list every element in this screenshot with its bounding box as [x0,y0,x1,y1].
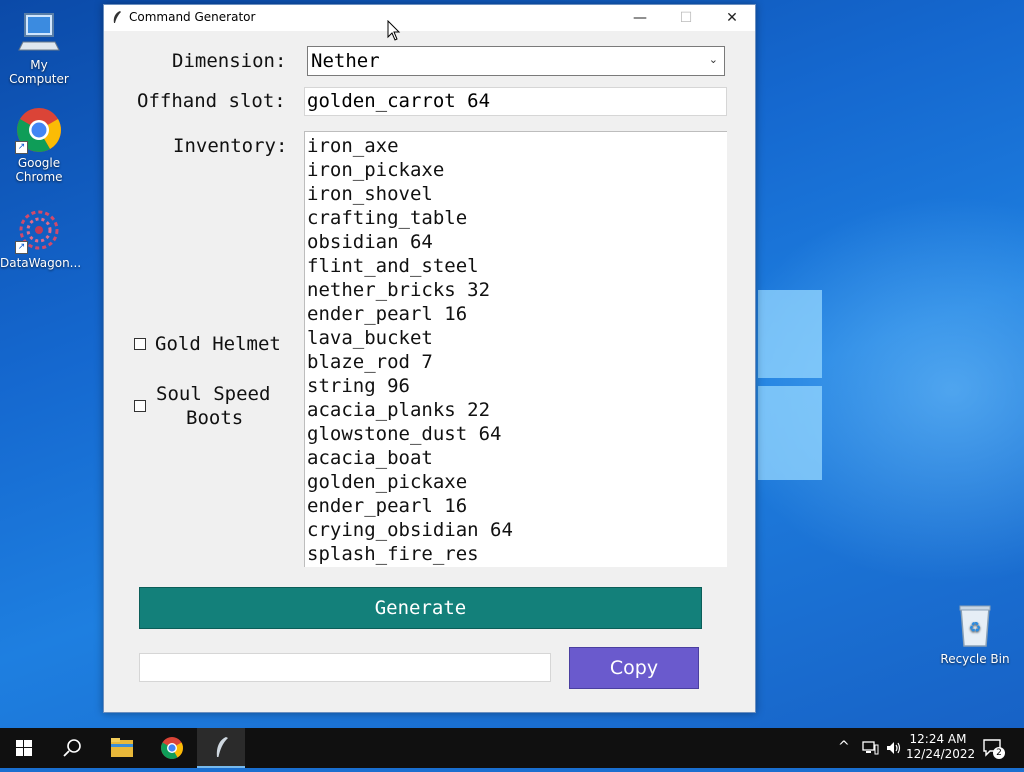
datawagon-icon: ↗ [15,206,63,254]
inventory-line: blaze_rod 7 [307,351,433,373]
offhand-input-value: golden_carrot 64 [307,90,491,112]
inventory-line: splash_fire_res [307,543,479,565]
svg-text:♻: ♻ [969,620,982,636]
windows-start-icon [16,740,32,756]
command-generator-window: Command Generator — ☐ ✕ Dimension: Nethe… [103,4,756,713]
desktop-icon-label: Recycle Bin [940,652,1010,666]
maximize-button[interactable]: ☐ [663,5,709,31]
inventory-line: crafting_table [307,207,468,229]
inventory-line: acacia_planks 22 [307,399,491,421]
inventory-line: ender_pearl 16 [307,303,468,325]
search-icon [63,739,81,757]
copy-button[interactable]: Copy [569,647,699,689]
offhand-label: Offhand slot: [137,90,286,112]
chrome-icon [161,737,183,759]
computer-icon [15,8,63,56]
gold-helmet-label[interactable]: Gold Helmet [155,333,281,355]
recycle-bin-icon: ♻ [951,602,999,650]
desktop-icon-label: DataWagon... [0,256,82,270]
command-output-field[interactable] [139,653,551,682]
desktop-icon-my-computer[interactable]: My Computer [0,8,78,86]
taskbar-chrome[interactable] [148,728,196,768]
network-icon[interactable] [862,740,880,756]
desktop-icon-label: Google Chrome [15,156,63,184]
soul-speed-boots-checkbox[interactable] [134,400,146,412]
mouse-cursor-icon [387,20,401,41]
inventory-line: ender_pearl 16 [307,495,468,517]
inventory-line: string 96 [307,375,410,397]
desktop-icon-recycle-bin[interactable]: ♻ Recycle Bin [936,602,1014,666]
window-titlebar[interactable]: Command Generator — ☐ ✕ [104,5,755,31]
inventory-line: iron_axe [307,135,399,157]
inventory-textarea[interactable]: iron_axe iron_pickaxe iron_shovel crafting_… [304,131,727,567]
soul-speed-label-line2[interactable]: Boots [186,407,243,429]
dimension-label: Dimension: [172,50,287,72]
inventory-line: iron_shovel [307,183,433,205]
inventory-line: lava_bucket [307,327,433,349]
soul-speed-label-line1[interactable]: Soul Speed [156,383,270,405]
taskbar-search-button[interactable] [48,728,96,768]
desktop-icon-datawagon[interactable]: ↗ DataWagon... [0,206,82,270]
inventory-label: Inventory: [173,135,288,157]
inventory-line: nether_bricks 32 [307,279,491,301]
shortcut-arrow-icon: ↗ [15,141,28,154]
start-button[interactable] [0,728,48,768]
dimension-select[interactable]: Nether ⌄ [307,46,725,76]
taskbar-file-explorer[interactable] [98,728,146,768]
inventory-line: iron_pickaxe [307,159,445,181]
dimension-selected-value: Nether [311,50,380,72]
chrome-icon: ↗ [15,106,63,154]
show-hidden-icons-chevron[interactable]: ^ [838,740,850,755]
desktop-icon-label: My Computer [9,58,69,86]
clock-time: 12:24 AM [909,732,967,746]
feather-icon [113,11,121,23]
taskbar-command-generator[interactable] [197,728,245,768]
close-button[interactable]: ✕ [709,5,755,31]
feather-icon [216,737,228,757]
inventory-list: iron_axe iron_pickaxe iron_shovel crafting_… [305,134,513,566]
inventory-line: glowstone_dust 64 [307,423,502,445]
inventory-line: obsidian 64 [307,231,433,253]
folder-icon [111,738,133,757]
notification-center-button[interactable]: 2 [982,738,1005,759]
windows-logo-graphic [758,290,822,480]
notification-count-badge: 2 [993,747,1005,759]
taskbar: ^ 12:24 AM 12/24/2022 2 [0,728,1024,768]
inventory-line: acacia_boat [307,447,433,469]
inventory-line: crying_obsidian 64 [307,519,513,541]
volume-icon[interactable] [885,740,903,756]
clock[interactable]: 12:24 AM 12/24/2022 [906,732,976,762]
generate-button[interactable]: Generate [139,587,702,629]
window-title: Command Generator [129,10,256,24]
offhand-input[interactable]: golden_carrot 64 [304,87,727,116]
shortcut-arrow-icon: ↗ [15,241,28,254]
clock-date: 12/24/2022 [906,747,976,761]
inventory-line: flint_and_steel [307,255,479,277]
desktop-icon-google-chrome[interactable]: ↗ Google Chrome [0,106,78,184]
minimize-button[interactable]: — [617,5,663,31]
chevron-down-icon: ⌄ [708,53,718,66]
gold-helmet-checkbox[interactable] [134,338,146,350]
inventory-line: golden_pickaxe [307,471,468,493]
